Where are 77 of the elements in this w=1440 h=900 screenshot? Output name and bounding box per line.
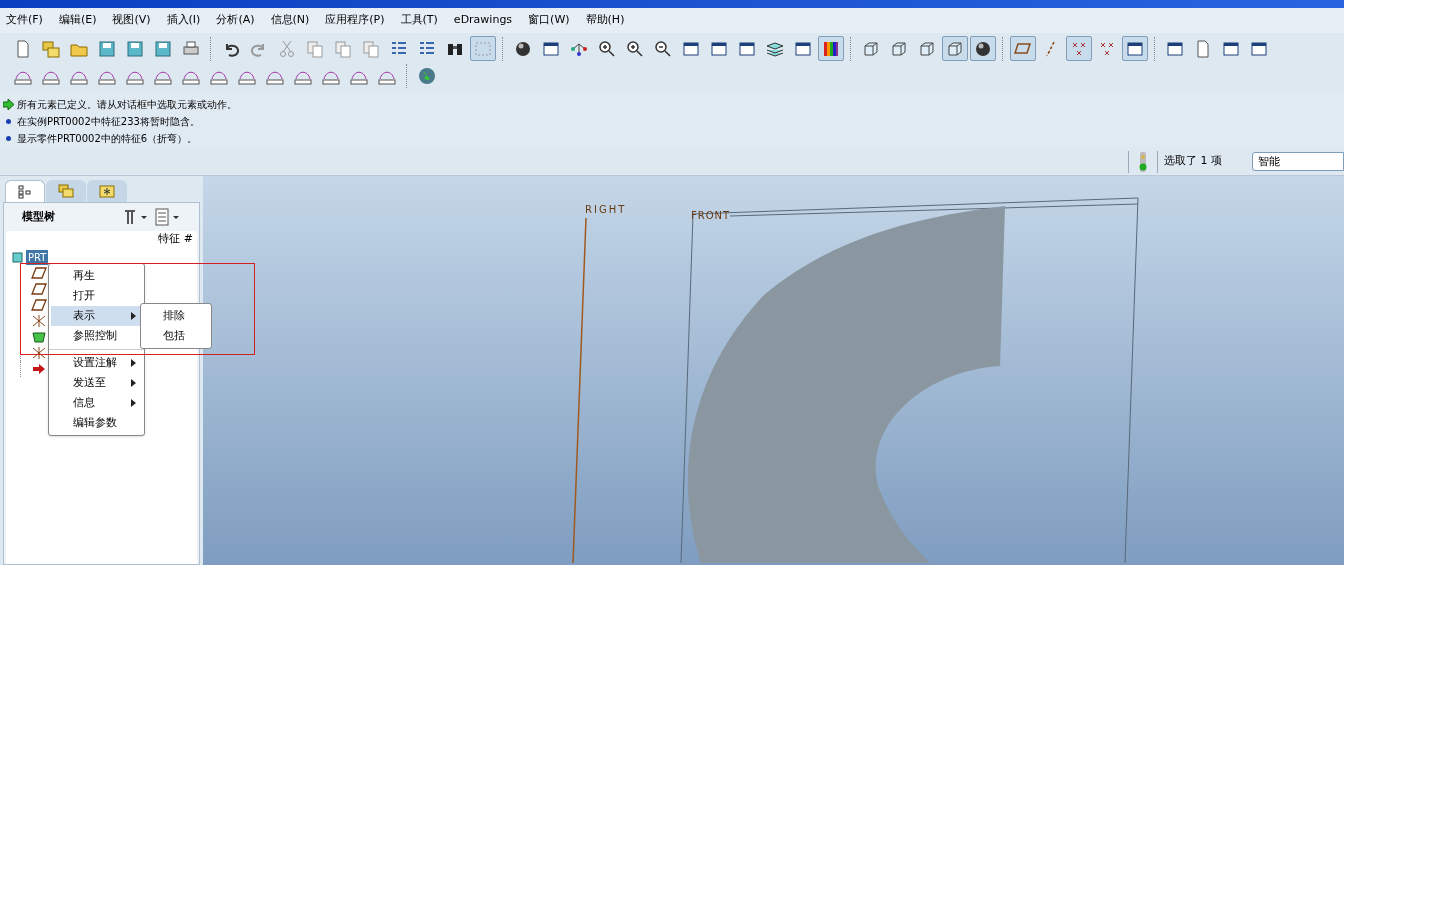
menu-item[interactable]: 工具(T) [400,12,438,29]
cube-icon [890,39,908,58]
traffic-light-icon [1137,150,1149,173]
menu-option[interactable]: 包括 [141,326,211,346]
menu-item[interactable]: 信息(N) [270,12,310,29]
menu-item[interactable]: 帮助(H) [585,12,625,29]
message-text: 所有元素已定义。请从对话框中选取元素或动作。 [17,97,237,112]
menu-item[interactable]: 文件(F) [6,12,43,29]
selection-box-icon [474,39,492,58]
cube-icon [946,39,964,58]
arrow-icon [3,98,14,110]
settings-dropdown-icon[interactable] [155,208,181,226]
sphere-icon [514,39,532,58]
datum-label: FRONT [691,209,731,223]
sheet-feature-icon [31,330,47,344]
toolbar-button[interactable] [818,36,844,61]
zoom-in-icon [626,39,644,58]
cube-icon [918,39,936,58]
window-icon [710,39,728,58]
part-icon [12,251,24,263]
copy-icon [362,39,380,58]
menu-option[interactable]: 排除 [141,306,211,326]
window-icon [738,39,756,58]
datum-label: RIGHT [585,203,627,217]
copy-icon [306,39,324,58]
menu-item[interactable]: 视图(V) [112,12,151,29]
message-text: 显示零件PRT0002中的特征6（折弯）。 [17,131,198,146]
folders-icon [58,184,74,198]
menu-option[interactable]: 表示 [51,306,142,326]
page-icon [14,39,32,58]
tools-dropdown-icon[interactable] [123,208,149,226]
column-header: 特征 # [158,231,193,247]
toolbar-button[interactable] [1122,36,1148,61]
window-icon [1250,39,1268,58]
message-text: 在实例PRT0002中特征233将暂时隐含。 [17,114,200,129]
cube-icon [862,39,880,58]
menu-option[interactable]: 参照控制 [51,326,142,346]
zoom-out-icon [654,39,672,58]
insert-arrow-icon [31,362,47,376]
menu-option[interactable]: 信息 [51,393,142,413]
menu-item[interactable]: eDrawings [453,12,513,29]
page-icon [1194,39,1212,58]
window-icon [1126,39,1144,58]
globe-icon [418,66,436,85]
menu-option[interactable]: 发送至 [51,373,142,393]
selection-status: 选取了 1 项 [1164,153,1223,170]
menu-item[interactable]: 窗口(W) [528,12,570,29]
menu-option[interactable]: 编辑参数 [51,413,142,433]
printer-icon [182,39,200,58]
tree-icon [18,184,32,199]
window-icon [542,39,560,58]
toolbar-button[interactable] [970,36,996,61]
window-icon [1166,39,1184,58]
filter-field[interactable]: 智能 [1252,152,1344,171]
star-folder-icon [99,184,115,198]
coordinate-system-icon [31,346,47,360]
layers-icon [766,39,784,58]
window-icon [1222,39,1240,58]
folders-icon [42,39,60,58]
color-bars-icon [822,39,840,58]
panel-tab[interactable] [87,180,127,202]
scissors-icon [278,39,296,58]
menu-item[interactable]: 插入(I) [166,12,201,29]
menu-option[interactable]: 设置注解 [51,353,142,373]
menu-item[interactable]: 编辑(E) [58,12,97,29]
menu-option[interactable]: 再生 [51,266,142,286]
zoom-in-icon [598,39,616,58]
copy-icon [334,39,352,58]
coordinate-system-icon [31,314,47,328]
menu-item[interactable]: 分析(A) [216,12,255,29]
panel-tab[interactable] [5,180,45,202]
panel-title: 模型树 [22,208,55,225]
window-icon [682,39,700,58]
sphere-icon [974,39,992,58]
menu-option[interactable]: 打开 [51,286,142,306]
menu-item[interactable]: 应用程序(P) [325,12,385,29]
window-icon [794,39,812,58]
